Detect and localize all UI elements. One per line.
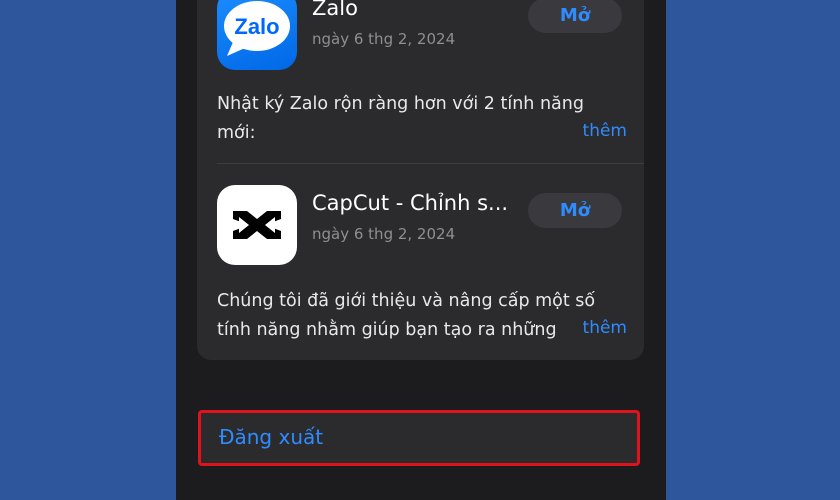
app-name: CapCut - Chỉnh s... xyxy=(312,191,509,215)
release-notes-line: tính năng nhằm giúp bạn tạo ra những xyxy=(217,320,557,340)
release-notes: Nhật ký Zalo rộn ràng hơn với 2 tính năn… xyxy=(217,90,627,148)
divider xyxy=(217,163,644,164)
logout-label[interactable]: Đăng xuất xyxy=(219,425,323,449)
open-button[interactable]: Mở xyxy=(528,193,622,228)
app-date: ngày 6 thg 2, 2024 xyxy=(312,225,456,243)
updates-card: Zalo Zalo ngày 6 thg 2, 2024 Mở Nhật ký … xyxy=(197,0,644,360)
release-notes: Chúng tôi đã giới thiệu và nâng cấp một … xyxy=(217,287,627,345)
release-notes-line: Nhật ký Zalo rộn ràng hơn với 2 tính năn… xyxy=(217,94,584,114)
zalo-logo-icon: Zalo xyxy=(224,1,290,56)
release-notes-line: mới: xyxy=(217,123,256,143)
open-button[interactable]: Mở xyxy=(528,0,622,33)
app-date: ngày 6 thg 2, 2024 xyxy=(312,30,456,48)
app-row-zalo[interactable]: Zalo Zalo ngày 6 thg 2, 2024 Mở xyxy=(217,0,627,70)
logout-row[interactable]: Đăng xuất xyxy=(198,410,640,466)
release-notes-line: Chúng tôi đã giới thiệu và nâng cấp một … xyxy=(217,291,596,311)
zalo-logo-text: Zalo xyxy=(234,14,279,39)
zalo-app-icon[interactable]: Zalo xyxy=(217,0,297,70)
more-link[interactable]: thêm xyxy=(572,117,627,146)
app-row-capcut[interactable]: CapCut - Chỉnh s... ngày 6 thg 2, 2024 M… xyxy=(217,185,627,265)
more-link[interactable]: thêm xyxy=(572,314,627,343)
phone-screen: Zalo Zalo ngày 6 thg 2, 2024 Mở Nhật ký … xyxy=(176,0,666,500)
capcut-app-icon[interactable] xyxy=(217,185,297,265)
capcut-logo-icon xyxy=(233,211,281,239)
app-name: Zalo xyxy=(312,0,358,20)
